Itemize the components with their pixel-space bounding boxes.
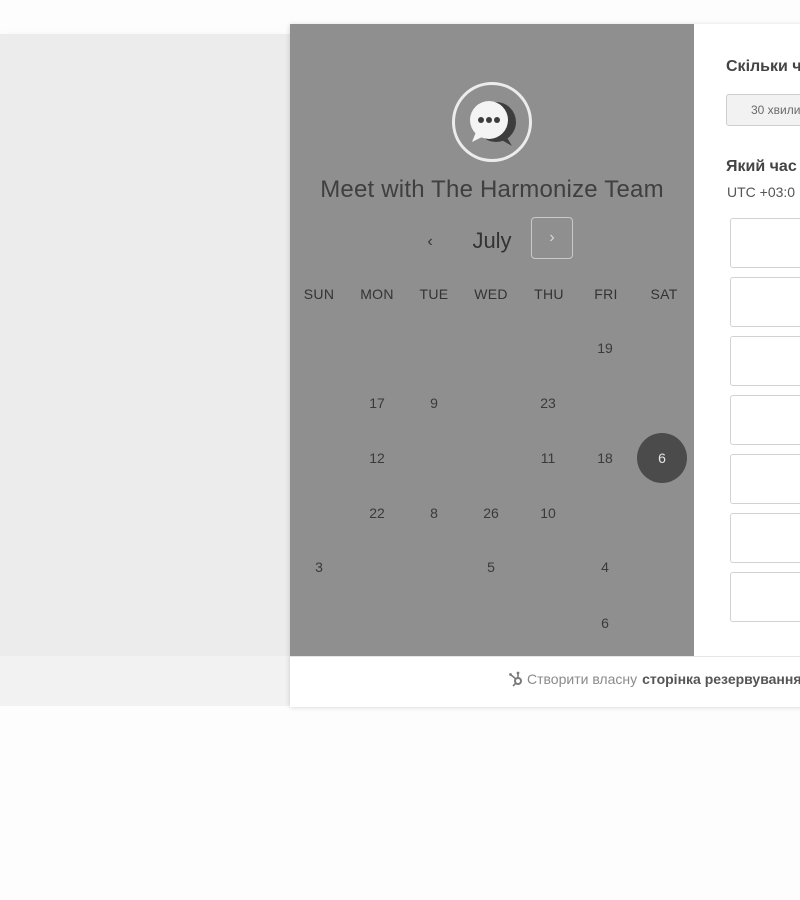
timezone-label: UTC +03:0 [727, 184, 796, 200]
footer: Створити власну сторінка резервування [290, 656, 800, 707]
weekday-tue: TUE [419, 286, 449, 302]
calendar-day[interactable]: 11 [528, 448, 568, 468]
time-slot-button[interactable] [730, 277, 800, 327]
hubspot-sprocket-icon [509, 671, 522, 687]
time-slot-button[interactable] [730, 336, 800, 386]
time-slot-button[interactable] [730, 572, 800, 622]
calendar-day[interactable]: 10 [528, 503, 568, 523]
calendar-day[interactable]: 9 [414, 393, 454, 413]
footer-prefix: Створити власну [527, 671, 638, 687]
calendar-day[interactable]: 19 [585, 338, 625, 358]
create-booking-page-link[interactable]: Створити власну сторінка резервування [508, 671, 800, 687]
calendar-day[interactable]: 22 [357, 503, 397, 523]
time-heading: Який час [726, 158, 797, 175]
weekday-sat: SAT [650, 286, 678, 302]
chevron-right-icon: › [549, 229, 555, 246]
meetings-widget: Meet with The Harmonize Team ‹ July › SU… [290, 24, 800, 707]
calendar-day[interactable]: 4 [585, 557, 625, 577]
duration-option-button[interactable]: 30 хвили [726, 94, 800, 126]
page-background-left [0, 34, 290, 656]
calendar-day[interactable]: 23 [528, 393, 568, 413]
calendar-day[interactable]: 6 [585, 613, 625, 633]
page-background-band [0, 656, 290, 706]
time-slot-button[interactable] [730, 513, 800, 563]
weekday-wed: WED [474, 286, 508, 302]
calendar-day[interactable]: 3 [299, 557, 339, 577]
calendar-day[interactable]: 26 [471, 503, 511, 523]
weekday-thu: THU [534, 286, 564, 302]
time-slot-button[interactable] [730, 218, 800, 268]
calendar-panel: Meet with The Harmonize Team ‹ July › SU… [290, 24, 694, 656]
footer-link-text[interactable]: сторінка резервування [642, 671, 800, 687]
calendar-day[interactable]: 12 [357, 448, 397, 468]
calendar-day[interactable]: 18 [585, 448, 625, 468]
calendar-day[interactable]: 5 [471, 557, 511, 577]
weekday-mon: MON [360, 286, 394, 302]
time-slot-button[interactable] [730, 454, 800, 504]
time-slot-button[interactable] [730, 395, 800, 445]
month-label: July [472, 228, 512, 253]
time-selection-panel: Скільки ч 30 хвили Який час UTC +03:0 [694, 24, 800, 656]
chat-bubble-icon [452, 82, 532, 162]
calendar-day[interactable]: 8 [414, 503, 454, 523]
next-month-button[interactable]: › [531, 217, 573, 259]
calendar-day-selected[interactable]: 6 [637, 433, 687, 483]
weekday-sun: SUN [303, 286, 335, 302]
meeting-title: Meet with The Harmonize Team [320, 176, 664, 203]
calendar-day[interactable]: 17 [357, 393, 397, 413]
prev-month-button[interactable]: ‹ [414, 226, 446, 258]
chevron-left-icon: ‹ [427, 233, 433, 250]
duration-heading: Скільки ч [726, 58, 800, 75]
weekday-fri: FRI [594, 286, 618, 302]
